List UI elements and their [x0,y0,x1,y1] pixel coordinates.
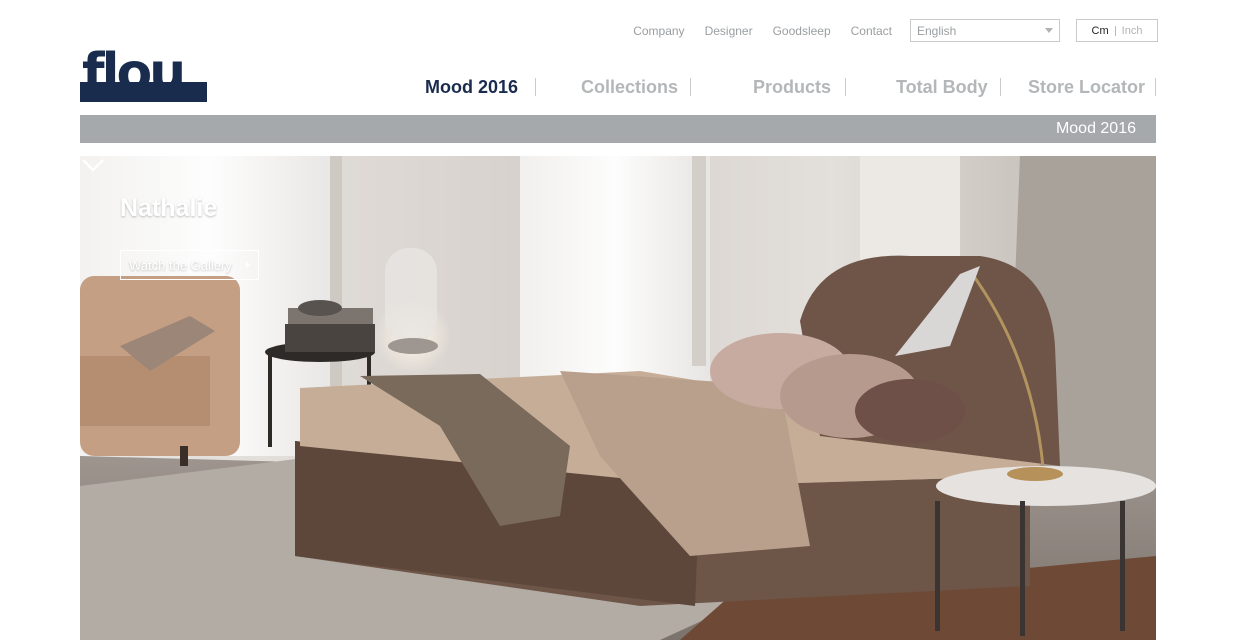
flou-logo[interactable]: flou [80,43,208,103]
nav-divider [535,78,536,96]
chevron-down-icon[interactable] [80,156,106,174]
nav-divider [690,78,691,96]
nav-products[interactable]: Products [753,72,831,102]
contact-link[interactable]: Contact [851,24,892,38]
hero-title: Nathalie [120,194,218,222]
language-select[interactable]: English [910,19,1060,42]
nav-divider [1000,78,1001,96]
watch-gallery-button[interactable]: Watch the Gallery [120,250,259,280]
nav-total-body[interactable]: Total Body [896,72,988,102]
language-select-value: English [917,23,957,38]
breadcrumb: Mood 2016 [80,115,1156,143]
company-link[interactable]: Company [633,24,684,38]
hero-banner: Nathalie Watch the Gallery [80,156,1156,640]
nav-collections[interactable]: Collections [581,72,678,102]
page: Company Designer Goodsleep Contact Engli… [0,0,1236,640]
nav-mood-2016[interactable]: Mood 2016 [425,72,518,102]
unit-cm-button[interactable]: Cm [1086,25,1115,37]
flou-logo-mark: flou [80,43,207,103]
unit-toggle: Cm Inch [1076,19,1158,42]
unit-inch-button[interactable]: Inch [1116,25,1149,37]
nav-store-locator[interactable]: Store Locator [1028,72,1145,102]
bedroom-photo [80,156,1156,640]
goodsleep-link[interactable]: Goodsleep [773,24,831,38]
chevron-right-icon [246,262,250,268]
utility-nav: Company Designer Goodsleep Contact Engli… [633,19,1158,42]
watch-gallery-label: Watch the Gallery [129,257,232,273]
main-nav: Mood 2016 Collections Products Total Bod… [405,72,1156,102]
designer-link[interactable]: Designer [705,24,753,38]
chevron-down-icon [1045,28,1053,33]
nav-divider [1155,78,1156,96]
breadcrumb-current: Mood 2016 [1055,120,1136,137]
nav-divider [845,78,846,96]
